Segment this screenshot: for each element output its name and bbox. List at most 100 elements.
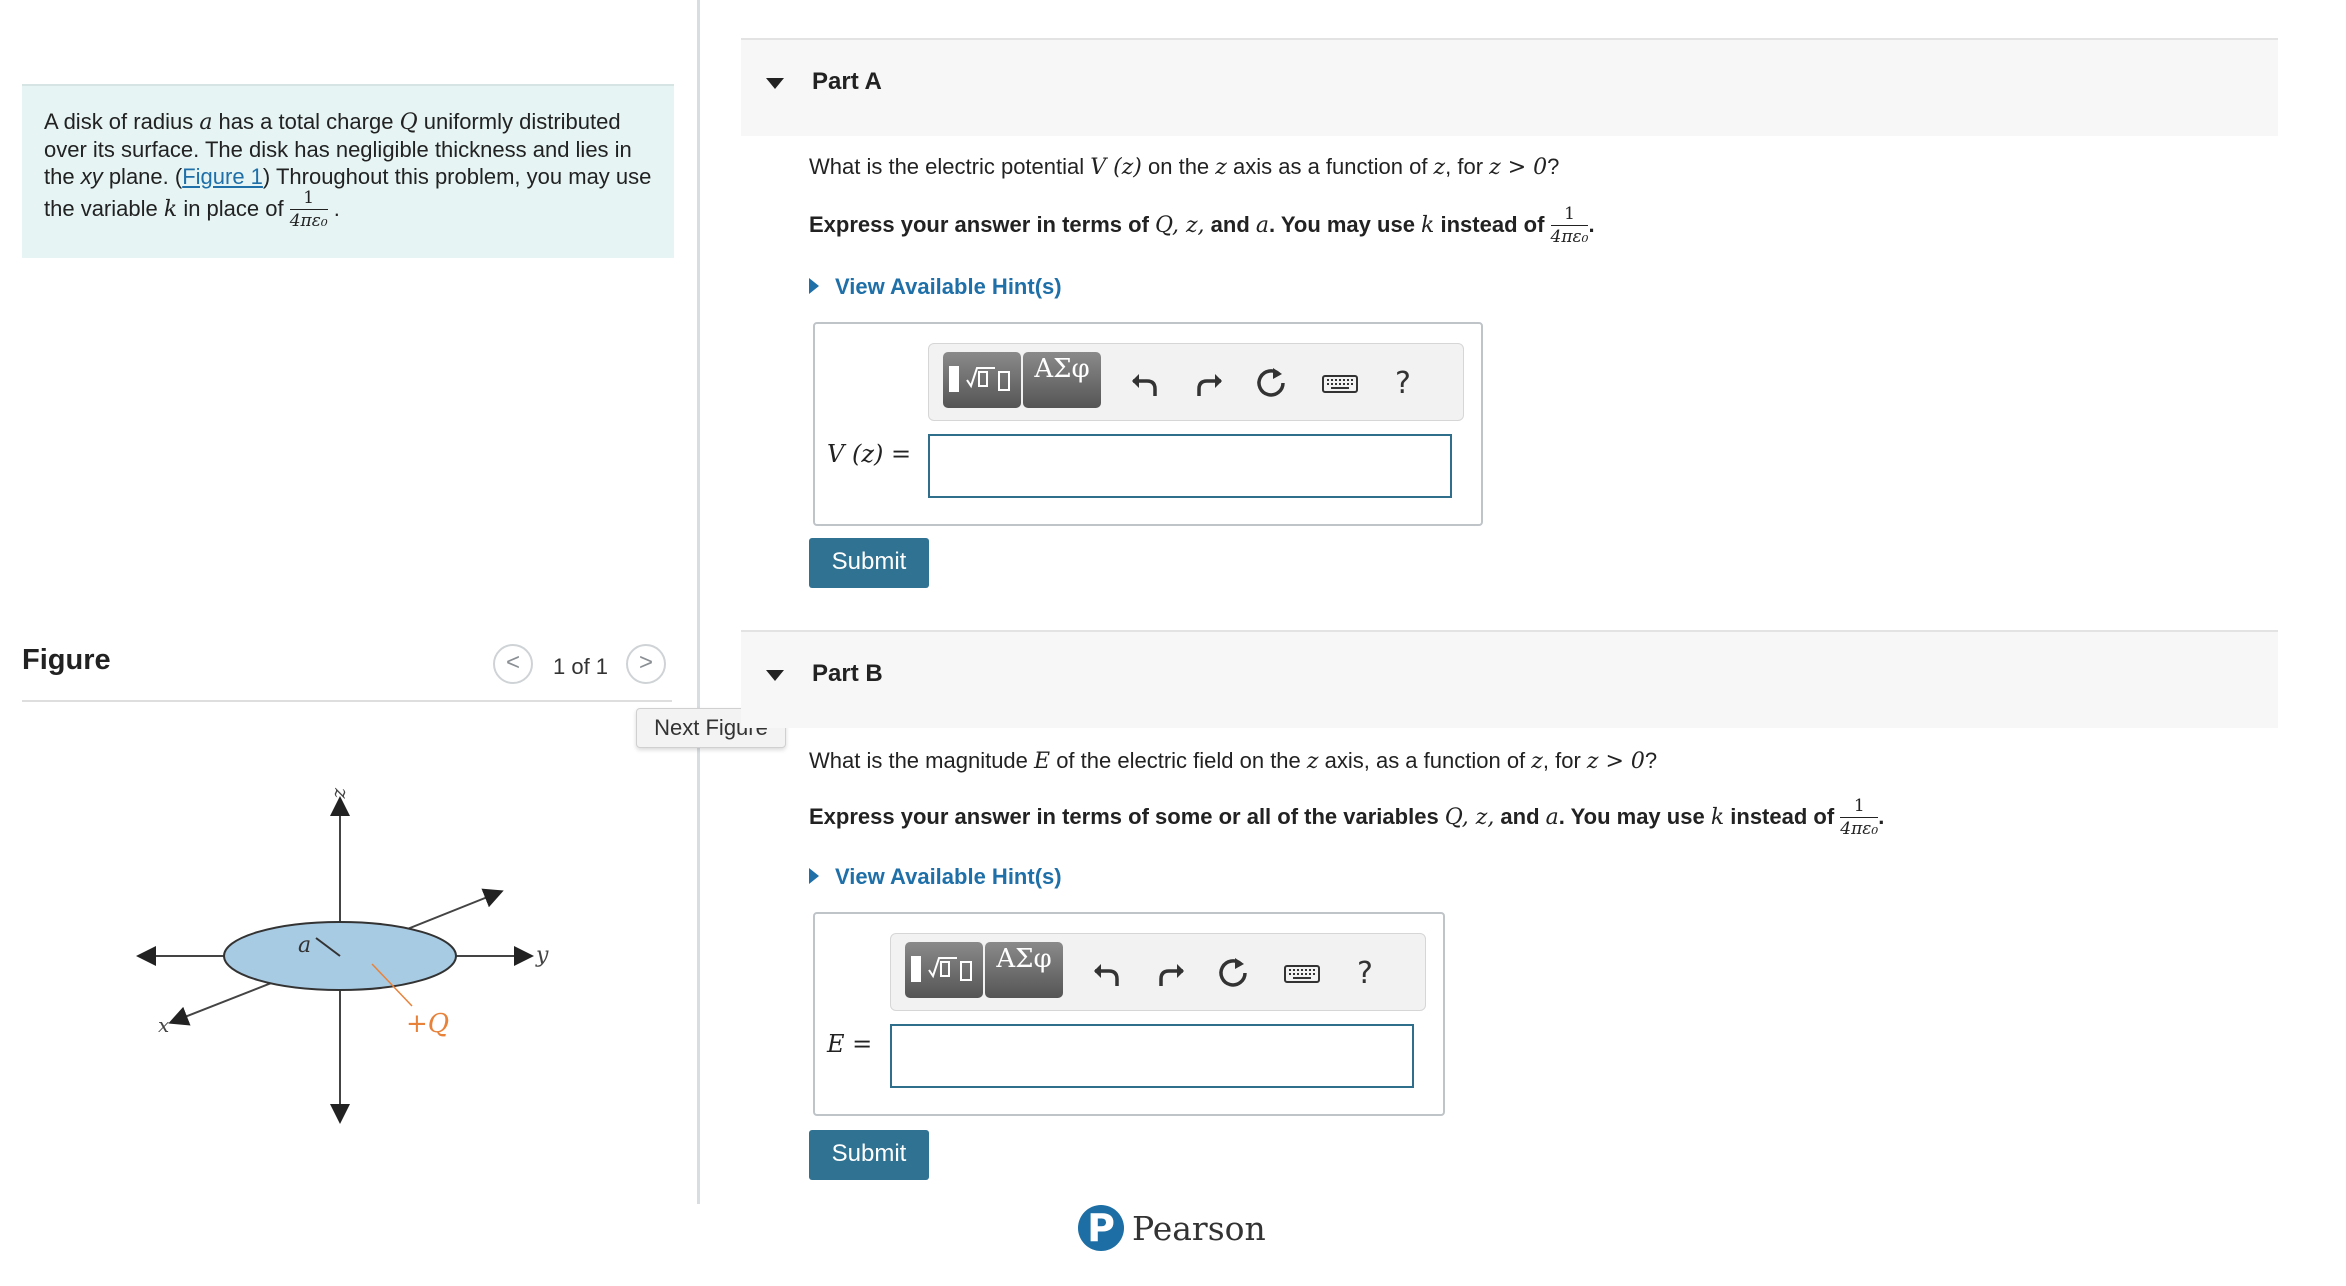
part-b-answer-input[interactable] — [890, 1024, 1414, 1088]
part-a-hint-toggle[interactable]: View Available Hint(s) — [809, 274, 1062, 300]
problem-text: A disk of radius — [44, 109, 200, 134]
question-text: What is the magnitude — [809, 748, 1035, 773]
question-text: What is the electric potential — [809, 154, 1091, 179]
part-b-header[interactable]: Part B — [741, 630, 2278, 728]
question-variable: z — [1433, 155, 1446, 180]
fraction-denominator: 4πε₀ — [289, 211, 328, 231]
radius-label: a — [298, 933, 311, 958]
instruction-text: Express your answer in terms of some or … — [809, 803, 1445, 829]
question-text: , for — [1445, 154, 1490, 179]
figure-heading: Figure — [22, 644, 111, 676]
collapse-caret-icon[interactable] — [766, 670, 784, 681]
help-icon[interactable]: ? — [1357, 956, 1373, 991]
redo-icon[interactable] — [1191, 366, 1225, 400]
undo-icon[interactable] — [1091, 956, 1125, 990]
problem-text: in place of — [177, 195, 290, 221]
instruction-variable: k — [1710, 804, 1725, 830]
fraction-one-over-four-pi-epsilon: 1 4πε₀ — [1550, 206, 1589, 247]
part-b-hint-toggle[interactable]: View Available Hint(s) — [809, 864, 1062, 890]
column-divider — [697, 0, 700, 1204]
question-variable: V (z) — [1090, 155, 1142, 180]
period: . — [1878, 803, 1885, 829]
question-variable: z — [1215, 155, 1227, 180]
part-a-variable-label: V (z) = — [827, 440, 911, 468]
instruction-text: and — [1204, 211, 1256, 237]
question-variable: E — [1034, 749, 1051, 774]
hint-label: View Available Hint(s) — [835, 274, 1062, 299]
math-toolbar: ΑΣφ ? — [928, 343, 1464, 421]
greek-label: ΑΣφ — [1034, 354, 1090, 384]
part-b-submit-button[interactable]: Submit — [809, 1130, 929, 1180]
next-figure-button[interactable]: > — [626, 644, 666, 684]
fraction-numerator: 1 — [289, 190, 328, 210]
fraction-denominator: 4πε₀ — [1550, 227, 1589, 247]
previous-figure-button[interactable]: < — [493, 644, 533, 684]
figure-divider — [22, 700, 672, 702]
templates-icon-glyph — [949, 366, 1010, 392]
instruction-variables: Q, z, — [1155, 212, 1205, 238]
collapse-caret-icon[interactable] — [766, 78, 784, 89]
chevron-left-icon: < — [505, 649, 520, 676]
var-k: k — [163, 196, 178, 222]
variable-label-text: V (z) = — [827, 440, 912, 468]
problem-text: has a total charge — [212, 109, 400, 134]
instruction-variables: Q, z, — [1444, 804, 1495, 830]
fraction-one-over-four-pi-epsilon: 1 4πε₀ — [289, 190, 328, 231]
templates-icon[interactable] — [905, 942, 983, 998]
period: . — [333, 195, 340, 221]
question-text: on the — [1141, 154, 1216, 179]
part-b-answer-area: ΑΣφ ? E = — [813, 912, 1445, 1116]
greek-symbols-icon[interactable]: ΑΣφ — [985, 942, 1063, 998]
part-a-instructions: Express your answer in terms of Q, z, an… — [809, 206, 1595, 246]
instruction-variable: k — [1421, 212, 1435, 238]
fraction-denominator: 4πε₀ — [1840, 819, 1879, 839]
question-text: ? — [1547, 154, 1560, 179]
charge-label: +Q — [406, 1009, 449, 1039]
greek-symbols-icon[interactable]: ΑΣφ — [1023, 352, 1101, 408]
x-axis-label: x — [158, 1013, 169, 1037]
question-condition: z > 0 — [1586, 749, 1645, 774]
reset-icon[interactable] — [1255, 366, 1289, 400]
chevron-right-icon: > — [638, 649, 653, 676]
var-a: a — [199, 110, 213, 135]
figure-counter: 1 of 1 — [553, 654, 609, 679]
var-q: Q — [399, 110, 418, 135]
redo-icon[interactable] — [1153, 956, 1187, 990]
undo-icon[interactable] — [1129, 366, 1163, 400]
part-a-submit-button[interactable]: Submit — [809, 538, 929, 588]
keyboard-icon[interactable] — [1321, 366, 1359, 400]
hint-label: View Available Hint(s) — [835, 864, 1062, 889]
math-toolbar: ΑΣφ ? — [890, 933, 1426, 1011]
part-a-header[interactable]: Part A — [741, 38, 2278, 136]
part-a-title: Part A — [812, 68, 882, 95]
templates-icon-glyph — [911, 956, 972, 982]
help-icon[interactable]: ? — [1395, 366, 1411, 401]
keyboard-icon[interactable] — [1283, 956, 1321, 990]
instruction-text: . You may use — [1269, 211, 1422, 237]
reset-icon[interactable] — [1217, 956, 1251, 990]
question-condition: z > 0 — [1489, 155, 1548, 180]
instruction-variable: a — [1545, 804, 1559, 830]
figure-link[interactable]: Figure 1 — [182, 164, 263, 189]
question-variable: z — [1531, 749, 1543, 774]
question-text: ? — [1644, 748, 1658, 773]
pearson-p-icon: P — [1078, 1205, 1124, 1251]
period: . — [1588, 211, 1595, 237]
part-b-question: What is the magnitude E of the electric … — [809, 748, 1657, 774]
problem-statement: A disk of radius a has a total charge Q … — [22, 84, 674, 258]
greek-label: ΑΣφ — [996, 944, 1052, 974]
xy-plane-text: xy — [80, 164, 103, 189]
instruction-variable: a — [1255, 212, 1270, 238]
question-text: , for — [1542, 748, 1587, 773]
z-axis-label: z — [330, 787, 354, 799]
part-a-answer-input[interactable] — [928, 434, 1452, 498]
expand-triangle-icon — [809, 278, 819, 295]
templates-icon[interactable] — [943, 352, 1021, 408]
part-a-question: What is the electric potential V (z) on … — [809, 154, 1559, 180]
question-variable: z — [1306, 749, 1319, 774]
fraction-numerator: 1 — [1840, 798, 1879, 818]
pearson-wordmark: Pearson — [1132, 1209, 1266, 1248]
part-a-answer-area: ΑΣφ ? V (z) = — [813, 322, 1483, 526]
problem-text: plane. ( — [102, 164, 183, 189]
instruction-text: instead of — [1434, 211, 1551, 237]
